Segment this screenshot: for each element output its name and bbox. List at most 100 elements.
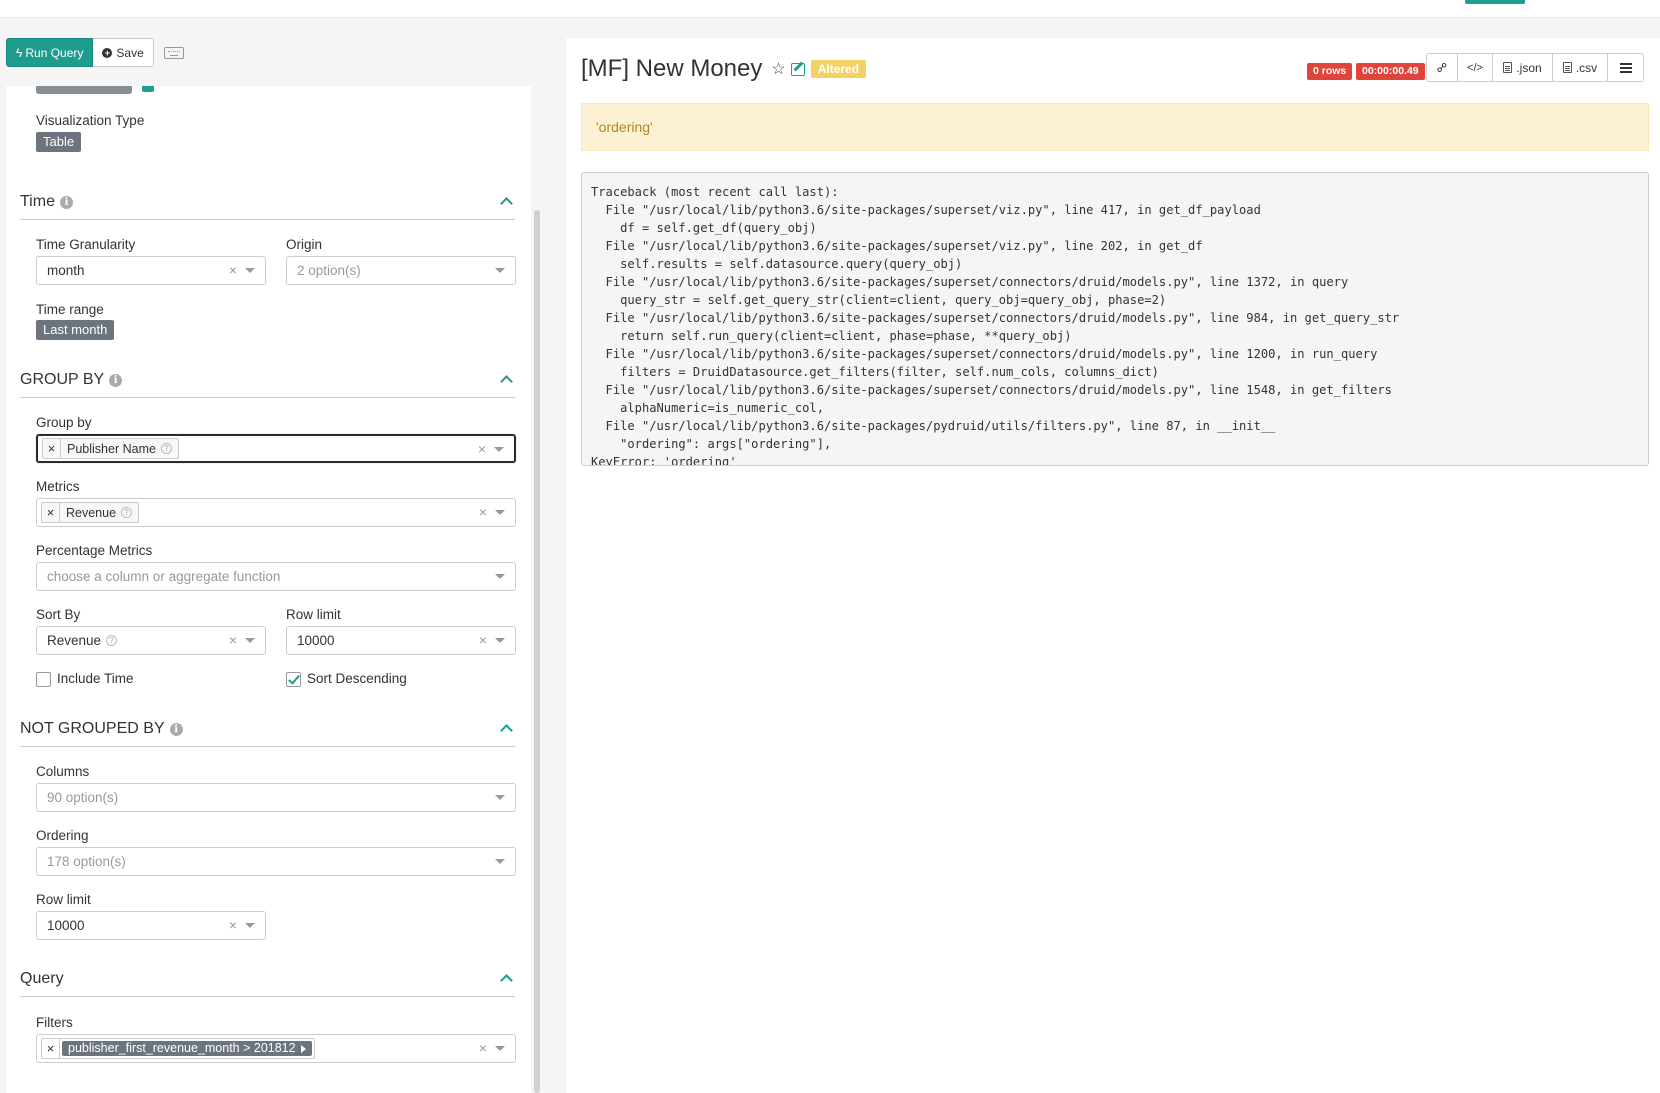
ordering-label: Ordering xyxy=(36,828,89,843)
bolt-icon: ϟ xyxy=(16,45,23,60)
remove-icon[interactable]: × xyxy=(43,439,61,458)
chevron-up-icon[interactable] xyxy=(501,196,511,206)
query-section-title[interactable]: Query xyxy=(20,970,64,988)
caret-down-icon xyxy=(245,923,255,928)
columns-label: Columns xyxy=(36,764,90,779)
hamburger-icon xyxy=(1619,66,1632,69)
filters-select[interactable]: × publisher_first_revenue_month > 201812… xyxy=(36,1034,516,1063)
caret-down-icon xyxy=(245,638,255,643)
sort-descending-label: Sort Descending xyxy=(307,671,407,686)
row-limit-select-2[interactable]: 10000 × xyxy=(36,911,266,940)
time-range-label: Time range xyxy=(36,302,104,317)
datasource-chip[interactable] xyxy=(36,86,132,94)
csv-button[interactable]: .csv xyxy=(1552,53,1608,82)
save-button[interactable]: + Save xyxy=(93,38,154,67)
row-limit-label: Row limit xyxy=(286,607,341,622)
file-icon xyxy=(1562,62,1572,73)
section-divider xyxy=(20,746,515,747)
pct-metrics-select[interactable]: choose a column or aggregate function xyxy=(36,562,516,591)
chart-panel: [MF] New Money ☆ Altered 0 rows 00:00:00… xyxy=(566,38,1660,1093)
not-grouped-by-section-title[interactable]: NOT GROUPED BY i xyxy=(20,720,183,738)
scrollbar-thumb[interactable] xyxy=(534,210,540,1093)
remove-icon[interactable]: × xyxy=(42,503,60,522)
time-range-value[interactable]: Last month xyxy=(36,320,115,340)
query-time-badge: 00:00:00.49 xyxy=(1356,63,1425,80)
control-panel: Visualization Type Table Time i Time Gra… xyxy=(6,86,531,1093)
group-by-label: Group by xyxy=(36,415,92,430)
sort-descending-checkbox[interactable] xyxy=(286,672,301,687)
code-icon: </> xyxy=(1467,61,1483,74)
help-icon: ? xyxy=(160,443,172,454)
caret-down-icon xyxy=(494,447,504,452)
clear-icon[interactable]: × xyxy=(478,442,486,456)
caret-down-icon xyxy=(495,859,505,864)
viz-type-value[interactable]: Table xyxy=(36,132,82,152)
caret-down-icon xyxy=(495,268,505,273)
origin-select[interactable]: 2 option(s) xyxy=(286,256,516,285)
clear-icon[interactable]: × xyxy=(229,633,237,647)
chevron-up-icon[interactable] xyxy=(501,973,511,983)
metrics-label: Metrics xyxy=(36,479,80,494)
metric-chip[interactable]: × Revenue? xyxy=(41,502,140,523)
filters-label: Filters xyxy=(36,1015,73,1030)
viz-type-label: Visualization Type xyxy=(36,113,145,128)
caret-down-icon xyxy=(495,510,505,515)
include-time-checkbox[interactable] xyxy=(36,672,51,687)
error-alert: 'ordering' xyxy=(581,103,1649,151)
clear-icon[interactable]: × xyxy=(479,633,487,647)
group-by-section-title[interactable]: GROUP BY i xyxy=(20,371,123,389)
query-toolbar: ϟ Run Query + Save xyxy=(6,38,184,67)
metrics-select[interactable]: × Revenue? × xyxy=(36,498,516,527)
row-limit-label-2: Row limit xyxy=(36,892,91,907)
star-icon[interactable]: ☆ xyxy=(771,59,785,79)
plus-circle-icon: + xyxy=(102,47,113,58)
section-divider xyxy=(20,996,515,997)
time-granularity-label: Time Granularity xyxy=(36,237,136,252)
time-section-title[interactable]: Time i xyxy=(20,193,73,211)
run-query-button[interactable]: ϟ Run Query xyxy=(6,38,94,67)
row-limit-select[interactable]: 10000 × xyxy=(286,626,516,655)
include-time-label: Include Time xyxy=(57,671,134,686)
stack-trace: Traceback (most recent call last): File … xyxy=(581,172,1649,466)
caret-down-icon xyxy=(495,638,505,643)
export-button-group: ⚯ </> .json .csv xyxy=(1426,53,1644,82)
top-navbar xyxy=(0,0,1660,18)
file-icon xyxy=(1503,62,1513,73)
time-granularity-select[interactable]: month × xyxy=(36,256,266,285)
caret-down-icon xyxy=(495,574,505,579)
sort-by-select[interactable]: Revenue ? × xyxy=(36,626,266,655)
datasource-edit-icon[interactable] xyxy=(142,86,154,92)
active-nav-indicator xyxy=(1465,0,1525,4)
info-icon: i xyxy=(59,195,73,209)
row-count-badge: 0 rows xyxy=(1307,63,1353,80)
clear-icon[interactable]: × xyxy=(229,263,237,277)
group-by-chip[interactable]: × Publisher Name? xyxy=(42,438,179,459)
pct-metrics-label: Percentage Metrics xyxy=(36,543,153,558)
group-by-select[interactable]: × Publisher Name? × xyxy=(36,434,516,463)
remove-icon[interactable]: × xyxy=(42,1039,60,1058)
info-icon: i xyxy=(109,373,123,387)
filter-chip[interactable]: × publisher_first_revenue_month > 201812 xyxy=(41,1038,315,1059)
clear-icon[interactable]: × xyxy=(479,1041,487,1055)
json-button[interactable]: .json xyxy=(1492,53,1553,82)
edit-icon[interactable] xyxy=(790,62,805,76)
link-icon: ⚯ xyxy=(1432,57,1451,77)
caret-down-icon xyxy=(495,1046,505,1051)
caret-down-icon xyxy=(245,268,255,273)
slice-title: [MF] New Money ☆ Altered xyxy=(581,55,867,83)
chevron-up-icon[interactable] xyxy=(501,723,511,733)
columns-select[interactable]: 90 option(s) xyxy=(36,783,516,812)
keyboard-icon[interactable] xyxy=(163,46,184,59)
section-divider xyxy=(20,397,515,398)
chevron-up-icon[interactable] xyxy=(501,374,511,384)
origin-label: Origin xyxy=(286,237,323,252)
ordering-select[interactable]: 178 option(s) xyxy=(36,847,516,876)
clear-icon[interactable]: × xyxy=(479,505,487,519)
link-button[interactable]: ⚯ xyxy=(1426,53,1458,82)
more-options-button[interactable] xyxy=(1607,53,1644,82)
section-divider xyxy=(20,219,515,220)
help-icon: ? xyxy=(106,635,118,646)
clear-icon[interactable]: × xyxy=(229,918,237,932)
embed-button[interactable]: </> xyxy=(1457,53,1493,82)
altered-badge[interactable]: Altered xyxy=(810,60,867,78)
